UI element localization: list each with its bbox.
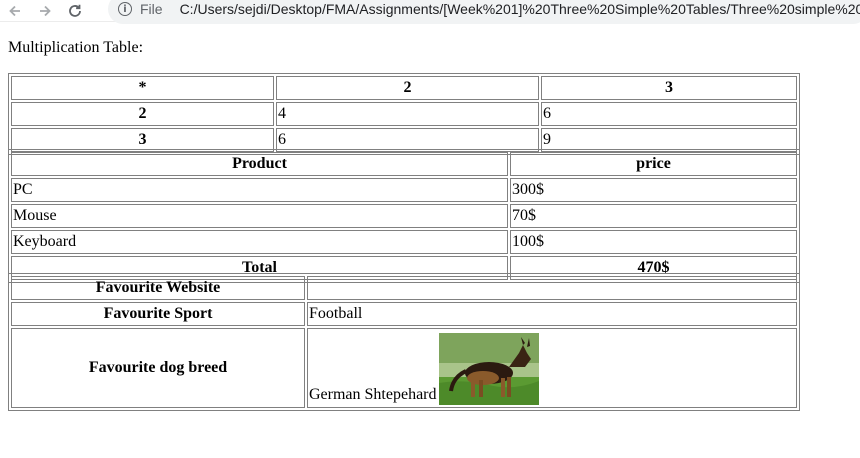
- table-row: Favourite dog breed German Shtepehard: [11, 328, 797, 408]
- table-cell: Keyboard: [11, 230, 508, 254]
- dog-cell: German Shtepehard: [307, 328, 797, 408]
- table-row: * 2 3: [11, 76, 797, 100]
- table-row: PC 300$: [11, 178, 797, 202]
- table-header-cell: *: [11, 76, 274, 100]
- favourites-table: Favourite Website Favourite Sport Footba…: [8, 273, 800, 411]
- table-row: Favourite Website: [11, 276, 797, 300]
- table-header-cell: 3: [541, 76, 797, 100]
- table-cell: Football: [307, 302, 797, 326]
- dog-breed-text: German Shtepehard: [309, 386, 437, 403]
- page-caption: Multiplication Table:: [8, 39, 144, 56]
- row-header-cell: 2: [11, 102, 274, 126]
- table-cell: PC: [11, 178, 508, 202]
- table-header-cell: 2: [276, 76, 539, 100]
- address-bar[interactable]: i File C:/Users/sejdi/Desktop/FMA/Assign…: [108, 0, 860, 24]
- back-button[interactable]: [0, 0, 30, 22]
- table-row: Product price: [11, 152, 797, 176]
- row-header-cell: Favourite Sport: [11, 302, 305, 326]
- table-cell: 100$: [510, 230, 797, 254]
- table-row: Mouse 70$: [11, 204, 797, 228]
- table-cell: 6: [541, 102, 797, 126]
- table-cell: 4: [276, 102, 539, 126]
- table-cell: [307, 276, 797, 300]
- table-row: 2 4 6: [11, 102, 797, 126]
- url-text[interactable]: C:/Users/sejdi/Desktop/FMA/Assignments/[…: [180, 1, 860, 17]
- table-row: Keyboard 100$: [11, 230, 797, 254]
- info-icon[interactable]: i: [118, 2, 132, 16]
- forward-arrow-icon: [40, 5, 51, 16]
- table-cell: 70$: [510, 204, 797, 228]
- table-header-cell: price: [510, 152, 797, 176]
- row-header-cell: Favourite Website: [11, 276, 305, 300]
- reload-button[interactable]: [60, 0, 90, 22]
- table-cell: 300$: [510, 178, 797, 202]
- table-cell: Mouse: [11, 204, 508, 228]
- dog-image: [438, 333, 539, 405]
- forward-button[interactable]: [30, 0, 60, 22]
- row-header-cell: Favourite dog breed: [11, 328, 305, 408]
- multiplication-table: * 2 3 2 4 6 3 6 9: [8, 73, 800, 155]
- table-header-cell: Product: [11, 152, 508, 176]
- scheme-label: File: [140, 1, 163, 17]
- table-row: Favourite Sport Football: [11, 302, 797, 326]
- products-table: Product price PC 300$ Mouse 70$ Keyboard…: [8, 149, 800, 283]
- reload-icon: [69, 4, 81, 17]
- back-arrow-icon: [9, 5, 20, 16]
- browser-toolbar: i File C:/Users/sejdi/Desktop/FMA/Assign…: [0, 0, 860, 24]
